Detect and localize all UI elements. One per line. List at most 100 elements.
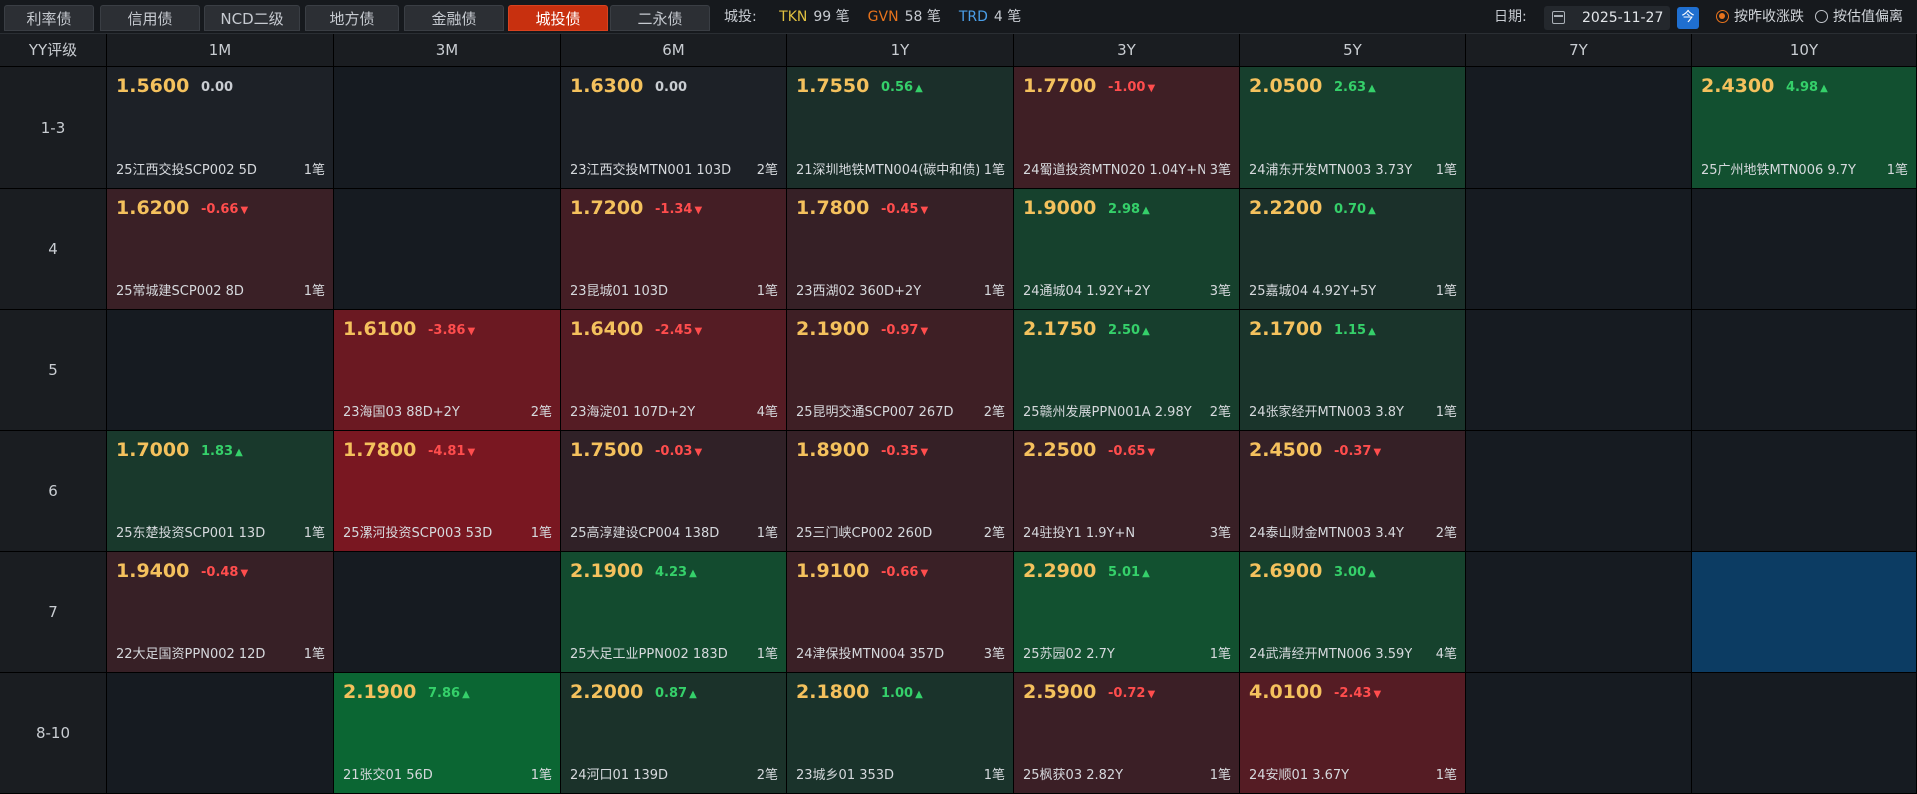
quote-cell[interactable]: 1.7800 -4.81 ▼ 25漯河投资SCP003 53D 1笔 [334, 431, 561, 552]
trade-count: 1笔 [753, 280, 778, 299]
bond-name: 25广州地铁MTN006 9.7Y [1701, 163, 1856, 178]
tab-5[interactable]: 城投债 [508, 5, 608, 31]
column-header-1y[interactable]: 1Y [787, 34, 1014, 67]
arrow-down-icon: ▼ [1147, 689, 1156, 700]
quote-cell[interactable]: 2.2500 -0.65 ▼ 24驻投Y1 1.9Y+N 3笔 [1014, 431, 1240, 552]
arrow-up-icon: ▲ [1368, 83, 1376, 94]
change-value: 3.00 [1334, 565, 1367, 580]
row-header-rating: 8-10 [0, 673, 107, 794]
yield-value: 1.5600 [116, 75, 190, 97]
tab-0[interactable]: 利率债 [4, 5, 94, 31]
tab-1[interactable]: 信用债 [100, 5, 200, 31]
date-picker[interactable]: 2025-11-27 [1544, 6, 1670, 30]
tab-4[interactable]: 金融债 [404, 5, 504, 31]
tab-3[interactable]: 地方债 [305, 5, 399, 31]
quote-cell[interactable]: 1.8900 -0.35 ▼ 25三门峡CP002 260D 2笔 [787, 431, 1014, 552]
quote-cell[interactable]: 1.6300 0.00 23江西交投MTN001 103D 2笔 [561, 67, 787, 189]
quote-cell[interactable]: 2.2900 5.01 ▲ 25苏园02 2.7Y 1笔 [1014, 552, 1240, 673]
quote-cell[interactable]: 1.6400 -2.45 ▼ 23海淀01 107D+2Y 4笔 [561, 310, 787, 431]
empty-cell [1692, 310, 1917, 431]
trade-count: 4笔 [1432, 643, 1457, 662]
quote-cell[interactable]: 2.1750 2.50 ▲ 25赣州发展PPN001A 2.98Y 2笔 [1014, 310, 1240, 431]
quote-cell[interactable]: 1.7800 -0.45 ▼ 23西湖02 360D+2Y 1笔 [787, 189, 1014, 310]
arrow-down-icon: ▼ [467, 326, 476, 337]
column-header-3m[interactable]: 3M [334, 34, 561, 67]
change-badge: -0.48 ▼ [201, 565, 248, 580]
empty-cell [1692, 673, 1917, 794]
quote-cell[interactable]: 2.4500 -0.37 ▼ 24泰山财金MTN003 3.4Y 2笔 [1240, 431, 1466, 552]
quote-cell[interactable]: 2.4300 4.98 ▲ 25广州地铁MTN006 9.7Y 1笔 [1692, 67, 1917, 189]
quote-cell[interactable]: 2.5900 -0.72 ▼ 25枫获03 2.82Y 1笔 [1014, 673, 1240, 794]
yield-value: 2.1900 [570, 560, 644, 582]
trade-count: 1笔 [980, 764, 1005, 783]
bond-name: 21深圳地铁MTN004(碳中和债) 277D [796, 163, 979, 178]
quote-cell[interactable]: 2.2200 0.70 ▲ 25嘉城04 4.92Y+5Y 1笔 [1240, 189, 1466, 310]
bond-name: 23昆城01 103D [570, 284, 669, 299]
quote-cell[interactable]: 2.1700 1.15 ▲ 24张家经开MTN003 3.8Y 1笔 [1240, 310, 1466, 431]
trade-count: 1笔 [1432, 280, 1457, 299]
empty-cell [1466, 310, 1692, 431]
calendar-icon [1552, 11, 1565, 24]
empty-cell [1466, 67, 1692, 189]
column-header-6m[interactable]: 6M [561, 34, 787, 67]
column-header-7y[interactable]: 7Y [1466, 34, 1692, 67]
trade-count: 2笔 [1432, 522, 1457, 541]
quote-cell[interactable]: 4.0100 -2.43 ▼ 24安顺01 3.67Y 1笔 [1240, 673, 1466, 794]
quote-cell[interactable]: 1.5600 0.00 25江西交投SCP002 5D 1笔 [107, 67, 334, 189]
tab-6[interactable]: 二永债 [610, 5, 710, 31]
sort-by-deviation-radio[interactable]: 按估值偏离 [1815, 0, 1903, 34]
quote-cell[interactable]: 1.9000 2.98 ▲ 24通城04 1.92Y+2Y 3笔 [1014, 189, 1240, 310]
sort-by-change-radio[interactable]: 按昨收涨跌 [1716, 0, 1804, 34]
yield-value: 1.7200 [570, 197, 644, 219]
yield-value: 2.6900 [1249, 560, 1323, 582]
quote-cell[interactable]: 1.6200 -0.66 ▼ 25常城建SCP002 8D 1笔 [107, 189, 334, 310]
column-header-10y[interactable]: 10Y [1692, 34, 1917, 67]
quote-cell[interactable]: 2.1900 -0.97 ▼ 25昆明交通SCP007 267D 2笔 [787, 310, 1014, 431]
change-badge: -4.81 ▼ [428, 444, 475, 459]
bond-name: 25昆明交通SCP007 267D [796, 405, 954, 420]
change-value: -4.81 [428, 444, 466, 459]
quote-cell[interactable]: 1.9100 -0.66 ▼ 24津保投MTN004 357D 3笔 [787, 552, 1014, 673]
quote-cell[interactable]: 2.1900 7.86 ▲ 21张交01 56D 1笔 [334, 673, 561, 794]
quote-cell[interactable]: 2.1800 1.00 ▲ 23城乡01 353D 1笔 [787, 673, 1014, 794]
empty-cell [1466, 673, 1692, 794]
trade-count: 3笔 [1206, 522, 1231, 541]
yield-value: 2.1700 [1249, 318, 1323, 340]
quote-cell[interactable]: 1.9400 -0.48 ▼ 22大足国资PPN002 12D 1笔 [107, 552, 334, 673]
tab-2[interactable]: NCD二级 [204, 5, 300, 31]
bond-name: 23西湖02 360D+2Y [796, 284, 922, 299]
empty-cell [107, 673, 334, 794]
arrow-down-icon: ▼ [240, 205, 249, 216]
quote-cell[interactable]: 2.6900 3.00 ▲ 24武清经开MTN006 3.59Y 4笔 [1240, 552, 1466, 673]
quote-cell[interactable]: 1.7000 1.83 ▲ 25东楚投资SCP001 13D 1笔 [107, 431, 334, 552]
quote-cell[interactable]: 1.7200 -1.34 ▼ 23昆城01 103D 1笔 [561, 189, 787, 310]
trade-count: 1笔 [753, 643, 778, 662]
bond-name: 25常城建SCP002 8D [116, 284, 244, 299]
bond-name: 25苏园02 2.7Y [1023, 647, 1115, 662]
quote-cell[interactable]: 1.7700 -1.00 ▼ 24蜀道投资MTN020 1.04Y+N 3笔 [1014, 67, 1240, 189]
change-value: 4.23 [655, 565, 688, 580]
bond-name: 24通城04 1.92Y+2Y [1023, 284, 1151, 299]
empty-cell [1466, 552, 1692, 673]
change-badge: -1.00 ▼ [1108, 80, 1155, 95]
quote-cell[interactable]: 2.1900 4.23 ▲ 25大足工业PPN002 183D 1笔 [561, 552, 787, 673]
quote-cell[interactable]: 2.0500 2.63 ▲ 24浦东开发MTN003 3.73Y 1笔 [1240, 67, 1466, 189]
bond-name: 25漯河投资SCP003 53D [343, 526, 493, 541]
bond-name: 25东楚投资SCP001 13D [116, 526, 266, 541]
quote-cell[interactable]: 1.6100 -3.86 ▼ 23海国03 88D+2Y 2笔 [334, 310, 561, 431]
bond-name: 23海淀01 107D+2Y [570, 405, 696, 420]
column-header-5y[interactable]: 5Y [1240, 34, 1466, 67]
bond-name: 24津保投MTN004 357D [796, 647, 945, 662]
selected-empty-cell[interactable] [1692, 552, 1917, 673]
quote-cell[interactable]: 1.7500 -0.03 ▼ 25高淳建设CP004 138D 1笔 [561, 431, 787, 552]
column-header-3y[interactable]: 3Y [1014, 34, 1240, 67]
quote-cell[interactable]: 1.7550 0.56▲ 21深圳地铁MTN004(碳中和债) 277D1笔 [787, 67, 1014, 189]
arrow-up-icon: ▲ [1368, 568, 1376, 579]
quote-cell[interactable]: 2.2000 0.87 ▲ 24河口01 139D 2笔 [561, 673, 787, 794]
column-header-1m[interactable]: 1M [107, 34, 334, 67]
bond-name: 24浦东开发MTN003 3.73Y [1249, 163, 1413, 178]
trade-count: 1笔 [1206, 764, 1231, 783]
bond-name: 21张交01 56D [343, 768, 433, 783]
today-button[interactable]: 今 [1677, 7, 1699, 29]
trade-count: 1笔 [300, 643, 325, 662]
